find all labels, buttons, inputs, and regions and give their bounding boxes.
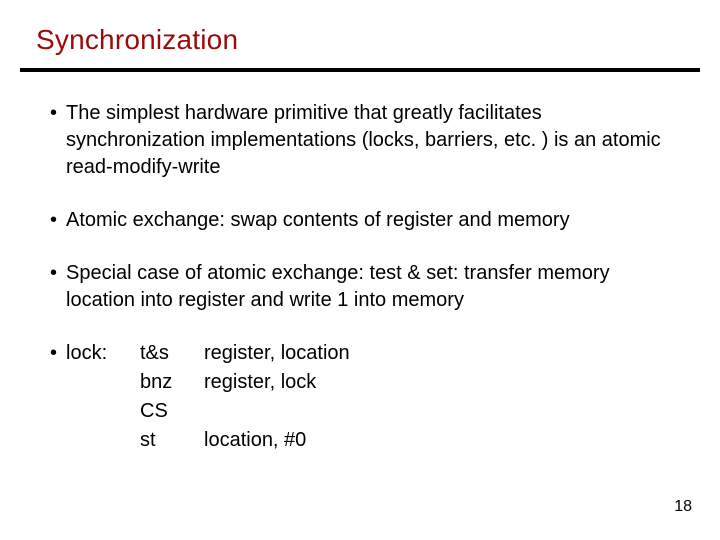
lock-op: t&s [140,340,194,367]
lock-op: st [140,427,194,454]
bullet-dot-icon: • [50,207,66,234]
lock-op: bnz [140,369,194,396]
lock-block: lock: t&s register, location bnz registe… [66,340,680,454]
lock-args: location, #0 [204,427,680,454]
slide: Synchronization • The simplest hardware … [0,0,720,540]
bullet-text: The simplest hardware primitive that gre… [66,100,680,181]
bullet-dot-icon: • [50,340,66,454]
bullet-item-lock: • lock: t&s register, location bnz regis… [50,340,680,454]
page-number: 18 [674,498,692,516]
bullet-dot-icon: • [50,100,66,181]
lock-args: register, location [204,340,680,367]
bullet-item: • The simplest hardware primitive that g… [50,100,680,181]
bullet-text: Special case of atomic exchange: test & … [66,260,680,314]
bullet-item: • Atomic exchange: swap contents of regi… [50,207,680,234]
slide-title: Synchronization [36,24,238,56]
title-divider [20,68,700,72]
bullet-text: Atomic exchange: swap contents of regist… [66,207,680,234]
lock-label: lock: [66,340,130,367]
lock-grid: lock: t&s register, location bnz registe… [66,340,680,454]
lock-op: CS [140,398,194,425]
bullet-dot-icon: • [50,260,66,314]
lock-args: register, lock [204,369,680,396]
bullet-item: • Special case of atomic exchange: test … [50,260,680,314]
slide-body: • The simplest hardware primitive that g… [50,100,680,454]
